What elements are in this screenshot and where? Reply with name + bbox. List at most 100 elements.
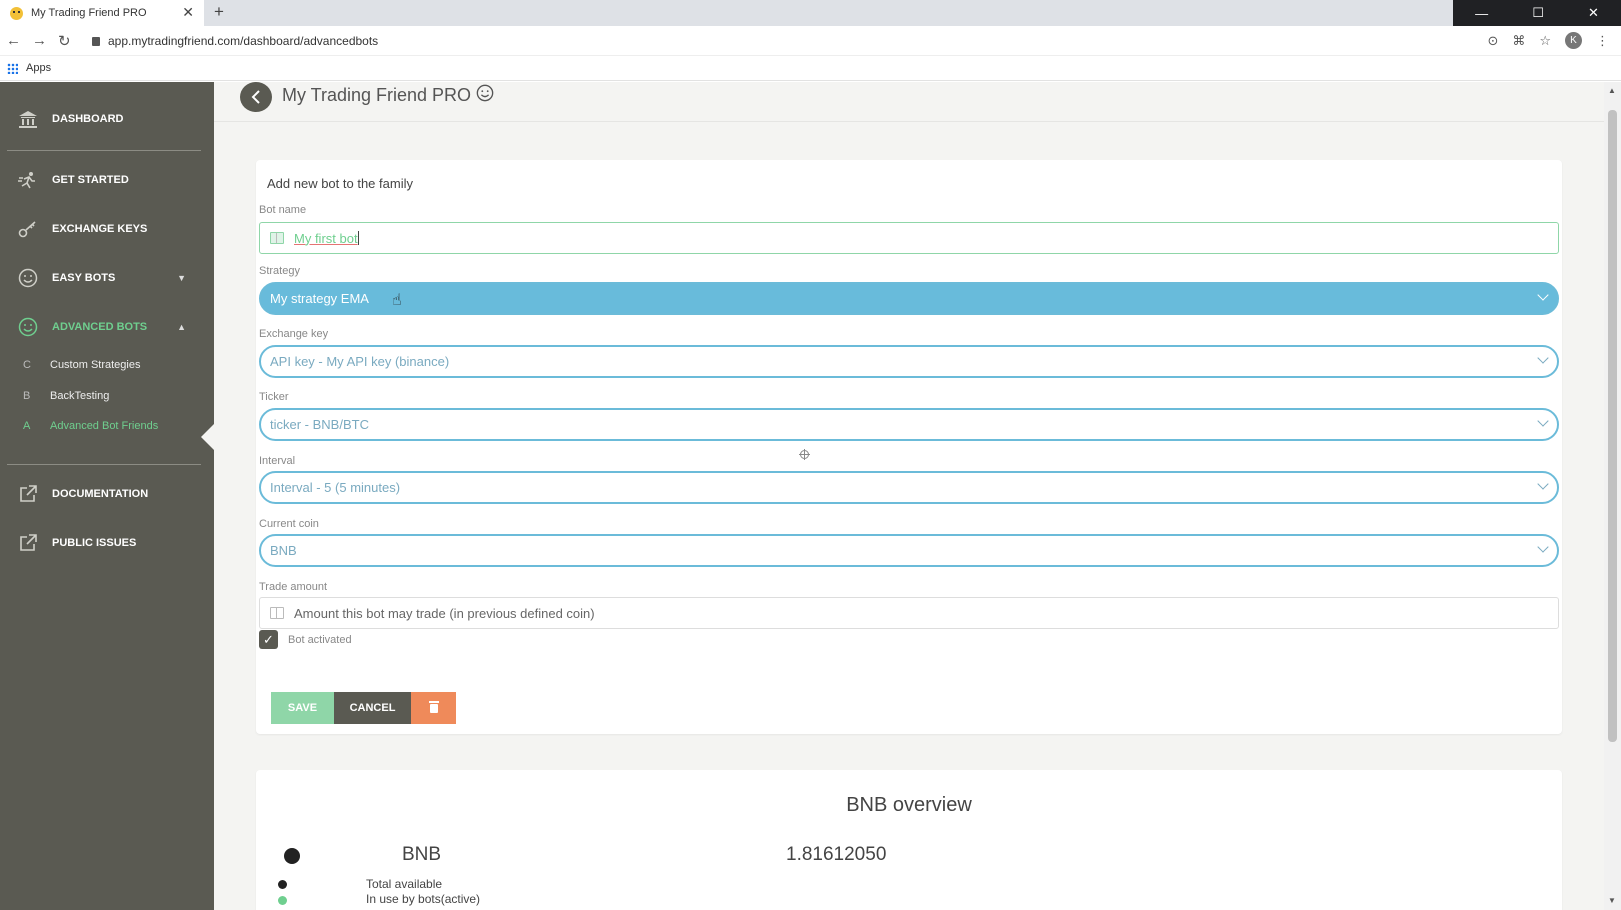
sidebar-item-documentation[interactable]: DOCUMENTATION	[0, 476, 214, 512]
text-field-icon	[270, 607, 284, 619]
reload-icon[interactable]: ↻	[58, 32, 71, 50]
trade-amount-label: Trade amount	[259, 581, 328, 593]
smile-icon	[476, 84, 494, 107]
minimize-icon[interactable]: —	[1475, 6, 1488, 21]
cancel-button[interactable]: CANCEL	[334, 692, 411, 724]
subitem-letter: C	[23, 359, 31, 371]
bot-name-label: Bot name	[259, 204, 307, 216]
bookmarks-bar: Apps	[0, 57, 1621, 81]
close-window-icon[interactable]: ✕	[1588, 5, 1599, 21]
smiley-favicon-icon	[10, 6, 23, 20]
sidebar-item-label: DOCUMENTATION	[52, 488, 149, 500]
mouse-pointer-icon: ☝	[392, 292, 402, 309]
sidebar-item-advanced-bots[interactable]: ADVANCED BOTS ▲	[0, 309, 214, 345]
address-bar: ← → ↻ app.mytradingfriend.com/dashboard/…	[0, 26, 1621, 56]
bot-name-input[interactable]: My first bot	[259, 222, 1559, 254]
star-icon[interactable]: ☆	[1539, 33, 1551, 49]
profile-avatar[interactable]: K	[1565, 32, 1582, 49]
sidebar-item-get-started[interactable]: GET STARTED	[0, 162, 214, 198]
bank-icon	[18, 109, 38, 129]
browser-tab-bar: My Trading Friend PRO ✕ + — ☐ ✕	[0, 0, 1621, 26]
caret-up-icon: ▲	[177, 322, 186, 332]
apps-bookmark[interactable]: Apps	[26, 62, 51, 74]
checkmark-icon: ✓	[263, 631, 274, 647]
browser-tab[interactable]: My Trading Friend PRO ✕	[0, 0, 204, 26]
overview-coin-name: BNB	[402, 844, 442, 865]
chevron-down-icon	[1537, 478, 1549, 490]
crosshair-icon	[799, 449, 810, 460]
translate-icon[interactable]: ⌘	[1512, 33, 1525, 49]
page-header: My Trading Friend PRO	[214, 82, 1604, 122]
add-bot-form: Add new bot to the family Bot name My fi…	[256, 160, 1562, 734]
bot-activated-checkbox[interactable]: ✓	[259, 630, 278, 649]
scroll-up-icon[interactable]: ▲	[1608, 86, 1616, 95]
sidebar-item-label: DASHBOARD	[52, 113, 124, 125]
window-controls: — ☐ ✕	[1453, 0, 1621, 26]
smile-icon	[18, 317, 38, 337]
main-content: My Trading Friend PRO Add new bot to the…	[214, 82, 1604, 910]
forward-arrow-icon[interactable]: →	[32, 32, 47, 49]
delete-button[interactable]	[411, 692, 456, 724]
page-scrollbar[interactable]: ▲ ▼	[1604, 82, 1621, 910]
new-tab-icon[interactable]: +	[214, 2, 224, 22]
apps-grid-icon[interactable]	[7, 63, 18, 74]
scroll-down-icon[interactable]: ▼	[1608, 896, 1616, 905]
smile-icon	[18, 268, 38, 288]
form-title: Add new bot to the family	[267, 176, 413, 191]
menu-dots-icon[interactable]: ⋮	[1596, 33, 1609, 49]
legend-label-total: Total available	[366, 877, 443, 891]
url-field[interactable]: app.mytradingfriend.com/dashboard/advanc…	[92, 34, 378, 48]
sidebar-item-exchange-keys[interactable]: EXCHANGE KEYS	[0, 211, 214, 247]
exchange-key-value: API key - My API key (binance)	[270, 354, 450, 369]
sidebar-item-label: GET STARTED	[52, 174, 129, 186]
subitem-label: Advanced Bot Friends	[50, 420, 159, 432]
sidebar-item-public-issues[interactable]: PUBLIC ISSUES	[0, 525, 214, 561]
strategy-label: Strategy	[259, 265, 300, 277]
subitem-label: Custom Strategies	[50, 359, 141, 371]
back-arrow-icon[interactable]: ←	[6, 32, 21, 49]
active-indicator	[201, 424, 214, 450]
scroll-thumb[interactable]	[1608, 110, 1617, 742]
legend-dot-in-use	[278, 896, 287, 905]
exchange-key-select[interactable]: API key - My API key (binance)	[259, 345, 1559, 378]
trade-amount-placeholder: Amount this bot may trade (in previous d…	[294, 605, 595, 621]
text-cursor	[357, 231, 359, 245]
back-button[interactable]	[240, 82, 272, 112]
sidebar-subitem-custom-strategies[interactable]: C Custom Strategies	[0, 354, 214, 376]
text-field-icon	[270, 232, 284, 244]
subitem-letter: B	[23, 390, 31, 402]
runner-icon	[18, 170, 38, 190]
sidebar-item-label: EASY BOTS	[52, 272, 116, 284]
strategy-select[interactable]: My strategy EMA	[259, 282, 1559, 315]
sidebar-divider	[7, 150, 201, 151]
close-tab-icon[interactable]: ✕	[182, 4, 194, 21]
sidebar-item-label: EXCHANGE KEYS	[52, 223, 148, 235]
ticker-select[interactable]: ticker - BNB/BTC	[259, 408, 1559, 441]
chevron-down-icon	[1537, 289, 1549, 301]
sidebar-item-easy-bots[interactable]: EASY BOTS ▼	[0, 260, 214, 296]
interval-select[interactable]: Interval - 5 (5 minutes)	[259, 471, 1559, 504]
sidebar-subitem-backtesting[interactable]: B BackTesting	[0, 385, 214, 407]
sidebar-item-dashboard[interactable]: DASHBOARD	[0, 101, 214, 137]
url-text: app.mytradingfriend.com/dashboard/advanc…	[108, 34, 379, 48]
save-button[interactable]: SAVE	[271, 692, 334, 724]
ticker-label: Ticker	[259, 391, 289, 403]
current-coin-select[interactable]: BNB	[259, 534, 1559, 567]
current-coin-label: Current coin	[259, 518, 319, 530]
address-bar-actions: ⊙ ⌘ ☆ K ⋮	[1487, 32, 1609, 49]
overview-title: BNB overview	[846, 794, 972, 816]
maximize-icon[interactable]: ☐	[1532, 5, 1544, 21]
coin-overview-card: BNB overview BNB 1.81612050 Total availa…	[256, 770, 1562, 910]
external-link-icon	[18, 533, 38, 553]
chevron-down-icon	[1537, 541, 1549, 553]
sidebar-item-label: PUBLIC ISSUES	[52, 537, 137, 549]
subitem-label: BackTesting	[50, 390, 110, 402]
sidebar-item-label: ADVANCED BOTS	[52, 321, 148, 333]
trash-icon	[428, 700, 439, 713]
caret-down-icon: ▼	[177, 273, 186, 283]
sidebar-subitem-advanced-bot-friends[interactable]: A Advanced Bot Friends	[0, 415, 214, 437]
current-coin-value: BNB	[270, 543, 297, 558]
interval-value: Interval - 5 (5 minutes)	[270, 480, 401, 495]
trade-amount-input[interactable]: Amount this bot may trade (in previous d…	[259, 597, 1559, 629]
location-icon[interactable]: ⊙	[1487, 33, 1498, 49]
